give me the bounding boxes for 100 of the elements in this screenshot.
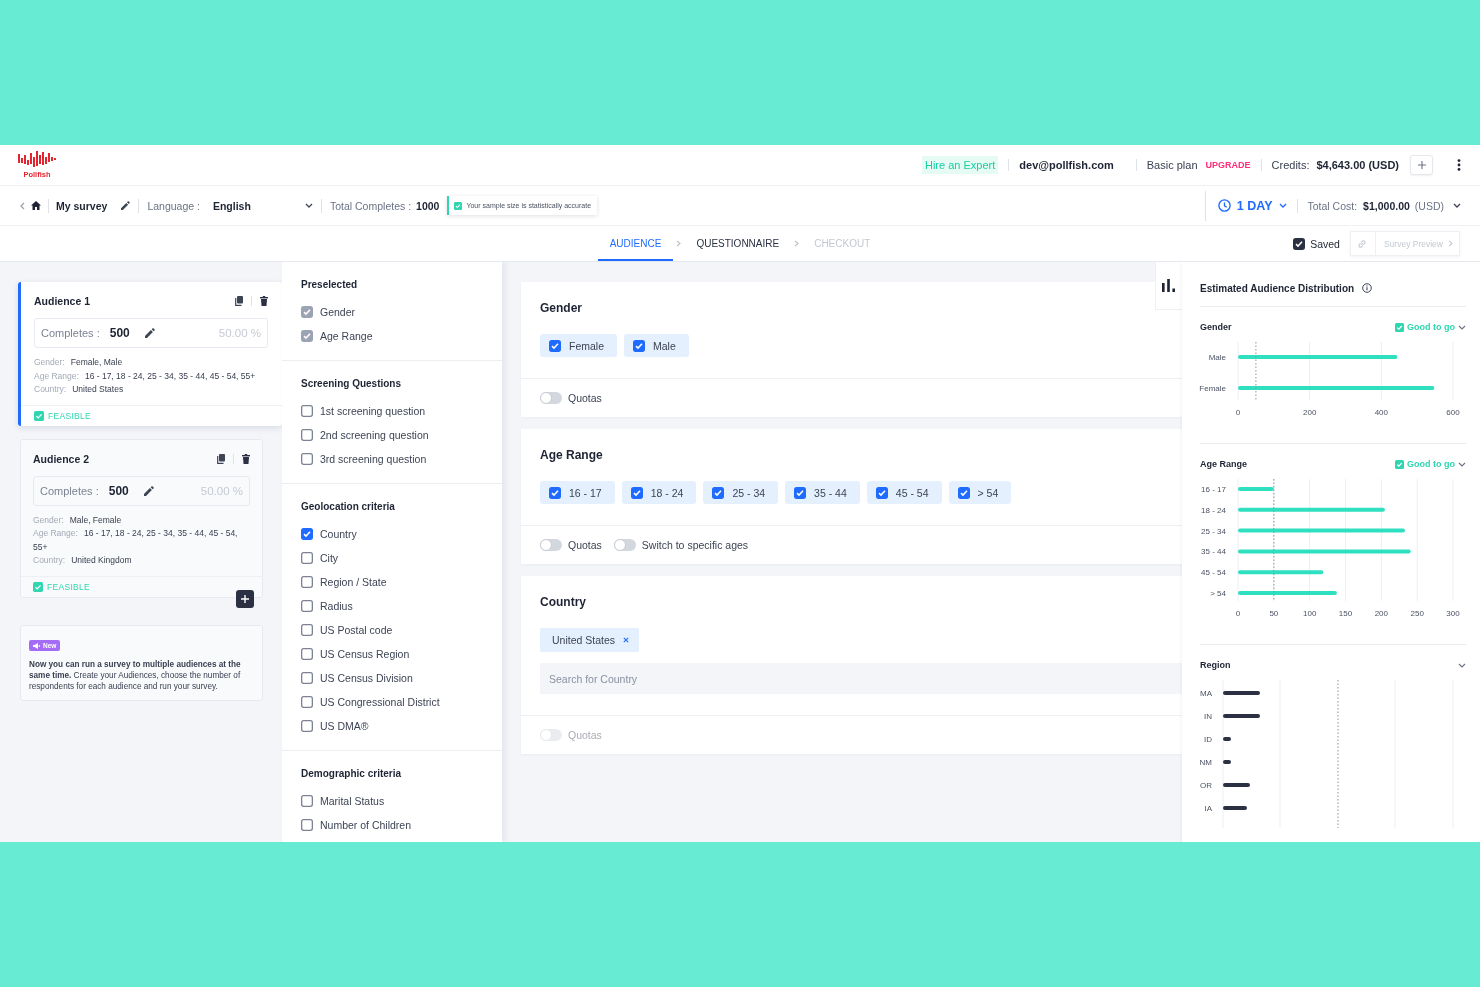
checkbox[interactable] bbox=[712, 486, 725, 499]
checkbox[interactable] bbox=[301, 696, 313, 708]
close-icon[interactable] bbox=[623, 637, 630, 643]
criteria-option[interactable]: 2nd screening question bbox=[301, 423, 484, 447]
pencil-icon[interactable] bbox=[121, 201, 131, 210]
criteria-option[interactable]: Marital Status bbox=[301, 789, 484, 813]
duration-dropdown[interactable]: 1 DAY bbox=[1217, 198, 1287, 213]
checkbox[interactable] bbox=[957, 486, 970, 499]
detail-text: Country: United Kingdom bbox=[33, 554, 133, 567]
step-tab[interactable]: QUESTIONNAIRE bbox=[684, 226, 792, 261]
back-chevron-icon[interactable] bbox=[20, 201, 25, 210]
chevron-down-icon[interactable] bbox=[1458, 662, 1466, 668]
chevron-down-icon bbox=[304, 203, 313, 208]
checkbox[interactable] bbox=[875, 486, 888, 499]
tick-label: 300 bbox=[1446, 609, 1460, 618]
checkbox[interactable] bbox=[301, 672, 313, 684]
info-icon[interactable] bbox=[1362, 283, 1373, 293]
criteria-option[interactable]: Country bbox=[301, 522, 484, 546]
criteria-option[interactable]: US Congressional District bbox=[301, 690, 484, 714]
criteria-option[interactable]: US Census Region bbox=[301, 642, 484, 666]
checkbox[interactable] bbox=[301, 648, 313, 660]
upgrade-link[interactable]: UPGRADE bbox=[1205, 160, 1251, 170]
tick-label: 250 bbox=[1410, 609, 1424, 618]
audience-title: Audience 2 bbox=[33, 452, 91, 465]
option-chip[interactable]: Female bbox=[540, 334, 617, 357]
home-icon[interactable] bbox=[31, 201, 41, 210]
option-chip[interactable]: > 54 bbox=[948, 481, 1012, 504]
completes-field[interactable]: Completes : 500 50.00 % bbox=[34, 318, 268, 348]
option-chip[interactable]: Male bbox=[624, 334, 689, 357]
pencil-icon[interactable] bbox=[144, 328, 155, 338]
toggle-switch[interactable] bbox=[540, 539, 562, 551]
copy-icon[interactable] bbox=[217, 453, 225, 464]
checkbox[interactable] bbox=[301, 405, 313, 417]
criteria-option[interactable]: Region / State bbox=[301, 570, 484, 594]
search-field[interactable]: Search for Country bbox=[540, 663, 1182, 694]
checkbox[interactable] bbox=[301, 552, 313, 564]
category-label: 35 - 44 bbox=[1201, 547, 1226, 557]
status-label: Good to go bbox=[1407, 322, 1455, 332]
checkbox[interactable] bbox=[301, 720, 313, 732]
option-chip[interactable]: 45 - 54 bbox=[866, 481, 942, 504]
language-dropdown[interactable]: English bbox=[212, 199, 313, 212]
survey-title: My survey bbox=[56, 199, 108, 212]
criteria-option[interactable]: Number of Children bbox=[301, 813, 484, 837]
chevron-down-icon bbox=[1278, 203, 1287, 208]
total-cost-label: Total Cost: bbox=[1307, 199, 1358, 212]
waveform-logo-icon[interactable] bbox=[18, 151, 56, 167]
category-label: IN bbox=[1204, 712, 1212, 721]
pencil-icon[interactable] bbox=[143, 485, 154, 496]
section-title: Demographic criteria bbox=[301, 767, 403, 781]
checkbox[interactable] bbox=[630, 486, 643, 499]
criteria-option[interactable]: US Census Division bbox=[301, 666, 484, 690]
trash-icon[interactable] bbox=[260, 296, 268, 306]
checkbox[interactable] bbox=[794, 486, 807, 499]
notice-text: Now you can run a survey to multiple audiences at the same time. Create your Audiences, choose the number of respondents for each audience and run your survey. bbox=[29, 658, 242, 692]
checkbox[interactable] bbox=[549, 486, 561, 499]
more-menu-icon[interactable] bbox=[1457, 159, 1461, 171]
saved-checkbox[interactable] bbox=[1293, 237, 1306, 250]
bar bbox=[1223, 760, 1231, 764]
checkbox[interactable] bbox=[301, 819, 313, 831]
criteria-option[interactable]: US DMA® bbox=[301, 714, 484, 738]
checkbox[interactable] bbox=[301, 624, 313, 636]
copy-icon[interactable] bbox=[235, 296, 243, 306]
criteria-option[interactable]: 1st screening question bbox=[301, 399, 484, 423]
checkbox[interactable] bbox=[301, 795, 313, 807]
clock-icon bbox=[1217, 199, 1231, 212]
option-chip[interactable]: 16 - 17 bbox=[540, 481, 615, 504]
checkbox[interactable] bbox=[549, 339, 561, 352]
detail-text: Country: United States bbox=[34, 383, 125, 396]
checkbox[interactable] bbox=[301, 453, 313, 465]
completes-value: 500 bbox=[108, 483, 129, 498]
checkbox[interactable] bbox=[301, 429, 313, 441]
toggle-switch[interactable] bbox=[540, 392, 562, 404]
checkbox[interactable] bbox=[301, 600, 313, 612]
criteria-option[interactable]: City bbox=[301, 546, 484, 570]
chevron-down-icon[interactable] bbox=[1458, 324, 1466, 330]
checkbox[interactable] bbox=[633, 339, 645, 352]
chevron-down-icon[interactable] bbox=[1458, 461, 1466, 467]
criteria-option[interactable]: US Postal code bbox=[301, 618, 484, 642]
option-chip[interactable]: 35 - 44 bbox=[785, 481, 860, 504]
section-title: Screening Questions bbox=[301, 377, 403, 391]
chart-toggle-button[interactable] bbox=[1155, 262, 1182, 310]
checkbox[interactable] bbox=[301, 576, 313, 588]
audience-card[interactable]: Audience 1 Completes : 500 50.00 % Gender: Female, Male Age Range: 16 - 17, 18 - 24, 25 - 34, 35 - 44, 45 - 54, 55+ Country: United States FEASIBLE bbox=[18, 282, 282, 426]
checkbox[interactable] bbox=[301, 528, 313, 540]
detail-text: Gender: Male, Female bbox=[33, 513, 123, 527]
detail-text: Age Range: 16 - 17, 18 - 24, 25 - 34, 35 - 44, 45 - 54, 55+ bbox=[34, 369, 257, 383]
option-chip[interactable]: 18 - 24 bbox=[621, 481, 697, 504]
category-label: ID bbox=[1204, 735, 1212, 744]
section-title: Gender bbox=[1200, 322, 1233, 332]
toggle-switch[interactable] bbox=[613, 539, 636, 551]
bar-chart-icon bbox=[1162, 279, 1176, 292]
tick-label: 150 bbox=[1338, 609, 1353, 618]
trash-icon[interactable] bbox=[242, 453, 250, 464]
checkbox-icon bbox=[33, 581, 43, 592]
section-title: Age Range bbox=[1200, 459, 1248, 469]
criteria-option[interactable]: 3rd screening question bbox=[301, 447, 484, 471]
criteria-option[interactable]: Radius bbox=[301, 594, 484, 618]
bar bbox=[1223, 691, 1260, 695]
chevron-down-icon[interactable] bbox=[1453, 203, 1461, 208]
option-chip[interactable]: 25 - 34 bbox=[703, 481, 779, 504]
